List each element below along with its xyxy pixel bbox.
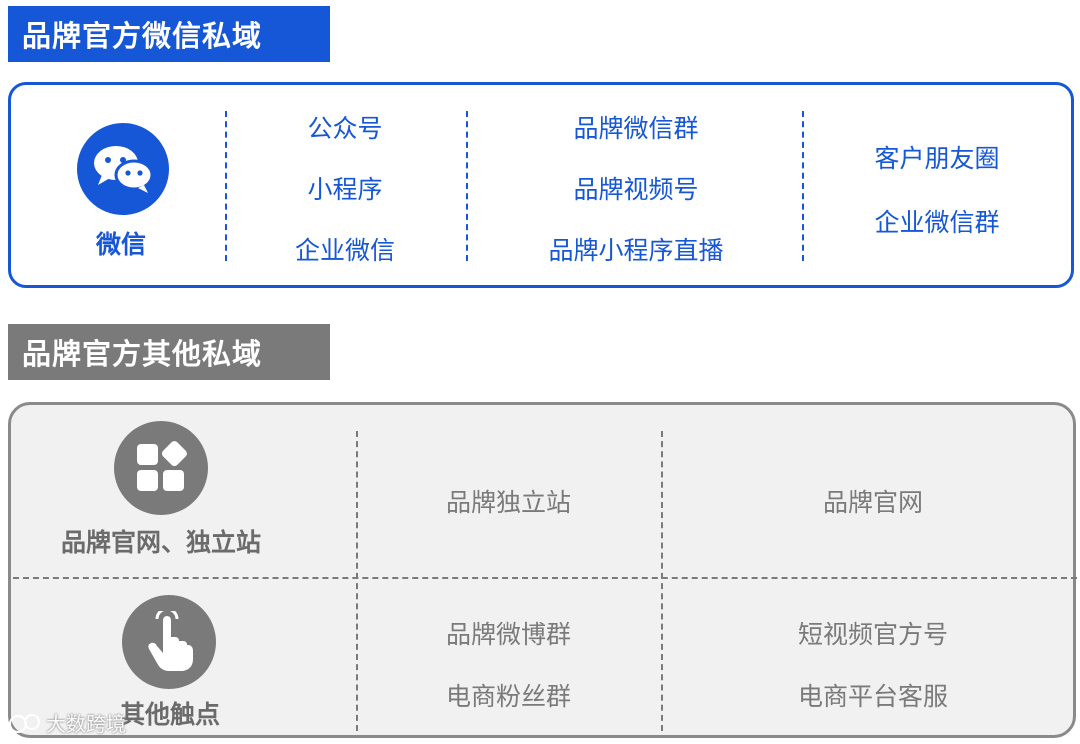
wechat-item-brand-group: 品牌微信群 <box>573 114 699 143</box>
touch-hand-icon <box>122 595 216 689</box>
divider <box>802 111 804 261</box>
watermark-text: 大数跨境 <box>46 712 126 736</box>
other-item-short-video: 短视频官方号 <box>797 620 948 649</box>
other-section-title: 品牌官方其他私域 <box>8 324 330 380</box>
wechat-item-wecom-group: 企业微信群 <box>874 208 1000 237</box>
wechat-label: 微信 <box>95 230 146 259</box>
wechat-item-official-account: 公众号 <box>307 114 383 143</box>
wechat-panel: 微信 公众号 小程序 企业微信 品牌微信群 品牌视频号 品牌小程序直播 客户朋友… <box>8 82 1074 288</box>
wechat-icon <box>77 123 169 215</box>
wechat-item-moments: 客户朋友圈 <box>874 144 1000 173</box>
row-divider <box>13 577 1077 579</box>
wechat-item-wecom: 企业微信 <box>294 236 395 265</box>
other-item-ecommerce-fans: 电商粉丝群 <box>445 682 571 711</box>
divider <box>225 111 227 261</box>
wechat-item-brand-live: 品牌小程序直播 <box>548 236 724 265</box>
wechat-item-mini-program: 小程序 <box>307 175 383 204</box>
wechat-section-title: 品牌官方微信私域 <box>8 6 330 62</box>
watermark: 大数跨境 <box>8 708 126 737</box>
other-item-brand-site: 品牌独立站 <box>445 488 571 517</box>
other-item-ecommerce-service: 电商平台客服 <box>797 682 948 711</box>
watermark-logo-icon <box>9 713 40 733</box>
website-grid-icon <box>114 421 208 515</box>
other-item-weibo-group: 品牌微博群 <box>445 620 571 649</box>
divider <box>466 111 468 261</box>
website-label: 品牌官网、独立站 <box>60 528 261 557</box>
other-panel: 品牌官网、独立站 其他触点 品牌独立站 品牌官网 品牌微博群 电商粉丝群 短视频… <box>8 402 1077 738</box>
wechat-item-brand-channels: 品牌视频号 <box>573 175 699 204</box>
other-item-official-site: 品牌官网 <box>822 488 923 517</box>
